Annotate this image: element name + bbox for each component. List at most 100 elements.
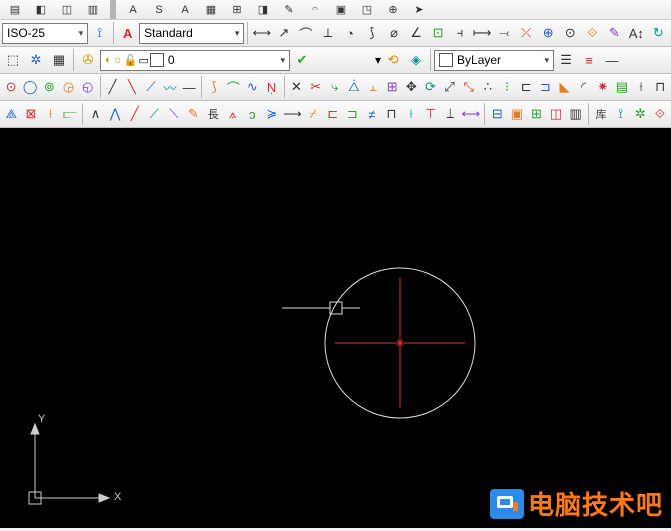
- tool-icon[interactable]: ▦: [48, 49, 70, 71]
- menu-icon-generic[interactable]: ✎: [278, 0, 300, 20]
- fillet-icon[interactable]: ◜: [575, 76, 593, 98]
- dim-edit-icon[interactable]: ✎: [604, 22, 625, 44]
- menu-icon-generic[interactable]: ⊞: [226, 0, 248, 20]
- frame-icon[interactable]: ⊟: [488, 103, 507, 125]
- menu-icon-generic[interactable]: S: [148, 0, 170, 20]
- inspect-icon[interactable]: ⟐: [582, 22, 603, 44]
- tool-icon[interactable]: ⟟: [611, 103, 630, 125]
- tool-icon[interactable]: ✎: [184, 103, 203, 125]
- arc-icon[interactable]: ⌒: [224, 76, 242, 98]
- menu-icon-generic[interactable]: ▦: [200, 0, 222, 20]
- settings-icon[interactable]: ✲: [25, 49, 47, 71]
- hatch-icon[interactable]: ▤: [613, 76, 631, 98]
- tool-icon[interactable]: ⟁: [2, 103, 21, 125]
- tool-icon[interactable]: ⟊: [402, 103, 421, 125]
- tool-icon[interactable]: ⟊: [41, 103, 60, 125]
- library-icon[interactable]: 库: [592, 103, 611, 125]
- tool-icon[interactable]: ⊏: [323, 103, 342, 125]
- dim-jogged-icon[interactable]: ⟆: [361, 22, 382, 44]
- menu-icon-generic[interactable]: ◳: [356, 0, 378, 20]
- menu-icon-generic[interactable]: A: [174, 0, 196, 20]
- menu-icon-generic[interactable]: ◨: [252, 0, 274, 20]
- tool-icon[interactable]: ✲: [631, 103, 650, 125]
- extend-icon[interactable]: ⤷: [326, 76, 344, 98]
- tool-icon[interactable]: ⊓: [382, 103, 401, 125]
- center-mark-icon[interactable]: ⊙: [560, 22, 581, 44]
- tool-icon[interactable]: ⟐: [651, 103, 670, 125]
- trim-icon[interactable]: ✂: [307, 76, 325, 98]
- circle-ttt-icon[interactable]: ◵: [79, 76, 97, 98]
- divide-icon[interactable]: ⁝: [498, 76, 516, 98]
- arc-icon[interactable]: ⟆: [205, 76, 223, 98]
- dim-angular-icon[interactable]: ∠: [406, 22, 427, 44]
- tool-icon[interactable]: ⊤: [421, 103, 440, 125]
- circle-center-icon[interactable]: ⊙: [2, 76, 20, 98]
- menu-icon-generic[interactable]: ◫: [56, 0, 78, 20]
- tool-icon[interactable]: ⫍: [61, 103, 80, 125]
- tool-icon[interactable]: ⟊: [632, 76, 650, 98]
- dim-linear-icon[interactable]: ⟷: [251, 22, 272, 44]
- menu-icon-generic[interactable]: ➤: [408, 0, 430, 20]
- layer-dropdown[interactable]: ◐ ☼ 🔓 ▭ 0 ▾: [100, 50, 290, 71]
- dim-ordinate-icon[interactable]: ⟂: [317, 22, 338, 44]
- tool-icon[interactable]: ⌿: [304, 103, 323, 125]
- join-icon[interactable]: ⊐: [536, 76, 554, 98]
- polyline-icon[interactable]: 〰: [161, 76, 179, 98]
- tool-icon[interactable]: ⊓: [651, 76, 669, 98]
- frame-icon[interactable]: ▣: [508, 103, 527, 125]
- circle-3p-icon[interactable]: ⊚: [40, 76, 58, 98]
- tool-icon[interactable]: ⊐: [343, 103, 362, 125]
- circle-2p-icon[interactable]: ◯: [21, 76, 39, 98]
- quick-dim-icon[interactable]: ⊡: [428, 22, 449, 44]
- tool-icon[interactable]: ⊠: [22, 103, 41, 125]
- prop-icon[interactable]: ≡: [578, 49, 600, 71]
- tool-icon[interactable]: ⟘: [441, 103, 460, 125]
- tool-icon[interactable]: ⟋: [145, 103, 164, 125]
- layer-manager-icon[interactable]: ✇: [77, 49, 99, 71]
- tool-icon[interactable]: ⟍: [165, 103, 184, 125]
- rotate-icon[interactable]: ⟳: [421, 76, 439, 98]
- menu-icon-generic[interactable]: ▥: [82, 0, 104, 20]
- tool-icon[interactable]: ∧: [86, 103, 105, 125]
- length-icon[interactable]: 長: [204, 103, 223, 125]
- match-prop-icon[interactable]: ☰: [555, 49, 577, 71]
- polyline-icon[interactable]: ⟋: [142, 76, 160, 98]
- tool-icon[interactable]: ≠: [363, 103, 382, 125]
- tool-icon[interactable]: ⟷: [461, 103, 482, 125]
- text-style-a-icon[interactable]: A: [117, 22, 138, 44]
- line-icon[interactable]: ╱: [104, 76, 122, 98]
- stretch-icon[interactable]: ⤡: [460, 76, 478, 98]
- dim-text-edit-icon[interactable]: A↕: [626, 22, 647, 44]
- dim-radius-icon[interactable]: ◔: [339, 22, 360, 44]
- circle-ttr-icon[interactable]: ◶: [59, 76, 77, 98]
- menu-icon-generic[interactable]: ▤: [4, 0, 26, 20]
- offset-icon[interactable]: ⫠: [364, 76, 382, 98]
- chevron-down-icon[interactable]: ▾: [375, 53, 381, 67]
- array-icon[interactable]: ⊞: [383, 76, 401, 98]
- dim-update-icon[interactable]: ↻: [648, 22, 669, 44]
- dim-break-icon[interactable]: ⤫: [516, 22, 537, 44]
- color-dropdown[interactable]: ByLayer ▾: [434, 50, 554, 71]
- tool-icon[interactable]: ɔ: [243, 103, 262, 125]
- tool-icon[interactable]: ≽: [263, 103, 282, 125]
- menu-icon-generic[interactable]: ⊕: [382, 0, 404, 20]
- dim-diameter-icon[interactable]: ⌀: [383, 22, 404, 44]
- text-style-dropdown[interactable]: Standard ▾: [139, 23, 244, 44]
- xline-icon[interactable]: —: [180, 76, 198, 98]
- dim-style-manager-icon[interactable]: ⟟: [89, 22, 110, 44]
- tool-icon[interactable]: ⋀: [106, 103, 125, 125]
- tool-icon[interactable]: ⟑: [223, 103, 242, 125]
- dim-aligned-icon[interactable]: ↗: [273, 22, 294, 44]
- menu-icon-generic[interactable]: ◧: [30, 0, 52, 20]
- chamfer-icon[interactable]: ◣: [555, 76, 573, 98]
- scale-icon[interactable]: ⤢: [441, 76, 459, 98]
- prop-icon[interactable]: —: [601, 49, 623, 71]
- model-viewport[interactable]: Y X 电脑技术吧: [0, 128, 671, 528]
- tool-icon[interactable]: ╱: [125, 103, 144, 125]
- mirror-icon[interactable]: ⧊: [345, 76, 363, 98]
- menu-icon-generic[interactable]: ▣: [330, 0, 352, 20]
- line-icon[interactable]: ╲: [123, 76, 141, 98]
- erase-icon[interactable]: ✕: [287, 76, 305, 98]
- frame-icon[interactable]: ▥: [566, 103, 585, 125]
- dim-continue-icon[interactable]: ⟼: [472, 22, 493, 44]
